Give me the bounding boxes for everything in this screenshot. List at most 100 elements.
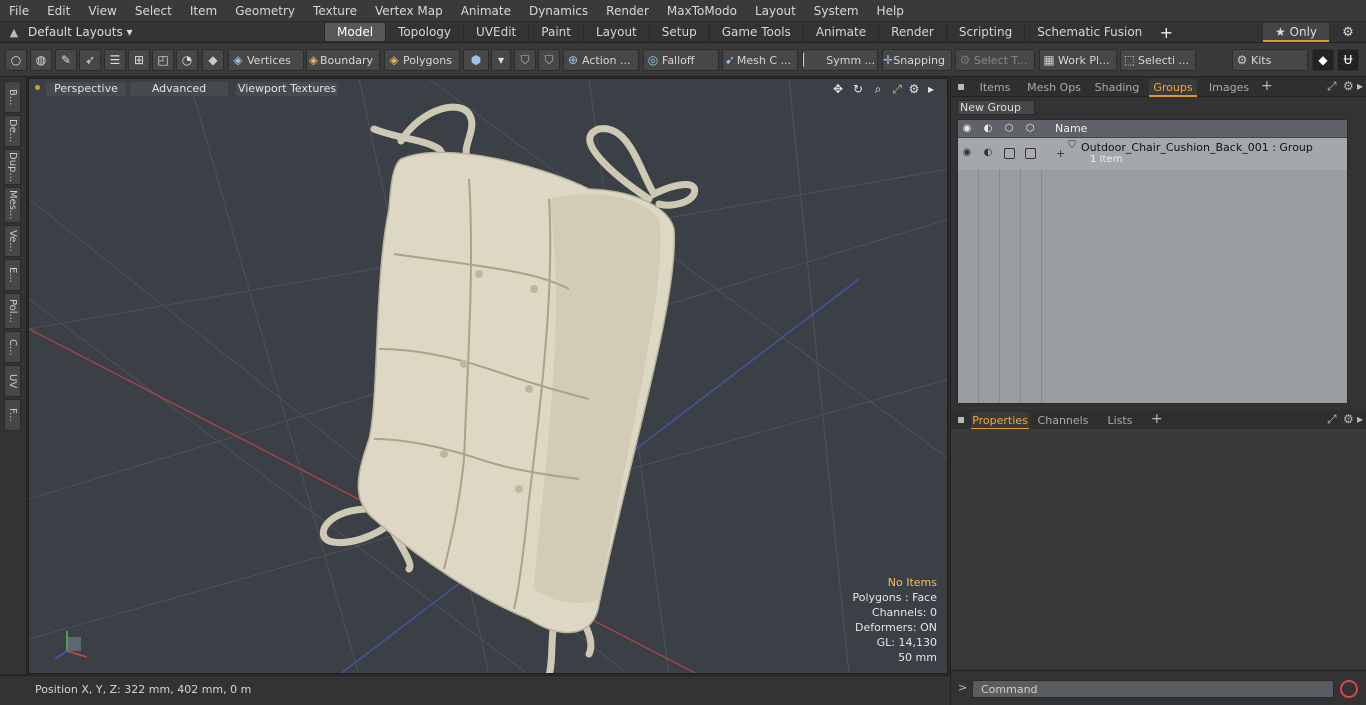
tab-groups[interactable]: Groups xyxy=(1149,79,1197,97)
vtab-polygon[interactable]: Pol... xyxy=(4,293,21,329)
mesh-constraints-button[interactable]: ➹ Mesh C ... xyxy=(722,49,798,71)
brush-icon[interactable]: ➶ xyxy=(79,49,101,71)
tab-setup[interactable]: Setup xyxy=(648,23,709,41)
tab-lists[interactable]: Lists xyxy=(1097,412,1143,430)
globe-icon[interactable]: ◍ xyxy=(30,49,52,71)
circle-select-icon[interactable]: ○ xyxy=(5,49,27,71)
vertices-button[interactable]: ◈ Vertices xyxy=(228,49,304,71)
expand-icon[interactable]: + xyxy=(1056,147,1065,160)
panel-maximize-icon[interactable]: ⤢ xyxy=(1327,79,1337,94)
menu-dynamics[interactable]: Dynamics xyxy=(520,0,597,22)
tab-model[interactable]: Model xyxy=(324,23,386,41)
boundary-button[interactable]: ◈ Boundary xyxy=(306,49,380,71)
panel-settings-icon[interactable]: ⚙ xyxy=(1343,79,1354,93)
tab-topology[interactable]: Topology xyxy=(385,23,463,41)
panel-menu-icon[interactable]: ▸ xyxy=(1357,79,1363,93)
perspective-dropdown[interactable]: Perspective xyxy=(46,82,126,96)
table-row[interactable]: ◉ ◐ + ⛉ Outdoor_Chair_Cushion_Back_001 :… xyxy=(958,138,1347,170)
tab-items[interactable]: Items xyxy=(971,79,1019,97)
vtab-vertex[interactable]: Ve... xyxy=(4,225,21,257)
pan-icon[interactable]: ✥ xyxy=(831,82,845,96)
unreal-icon[interactable]: Ʉ xyxy=(1337,49,1359,71)
tab-scripting[interactable]: Scripting xyxy=(945,23,1024,41)
unity-icon[interactable]: ◆ xyxy=(1312,49,1334,71)
panel-menu-icon[interactable]: ▸ xyxy=(1357,412,1363,426)
eye-icon[interactable]: ◉ xyxy=(961,147,973,159)
menu-select[interactable]: Select xyxy=(126,0,181,22)
tab-properties[interactable]: Properties xyxy=(971,412,1029,430)
menu-maxtomodo[interactable]: MaxToModo xyxy=(658,0,746,22)
tab-render[interactable]: Render xyxy=(878,23,946,41)
panel-maximize-icon[interactable]: ⤢ xyxy=(1327,412,1337,427)
menu-system[interactable]: System xyxy=(805,0,868,22)
lock-checkbox[interactable] xyxy=(1004,148,1015,159)
menu-layout[interactable]: Layout xyxy=(746,0,805,22)
menu-geometry[interactable]: Geometry xyxy=(226,0,304,22)
viewport-textures-dropdown[interactable]: Viewport Textures xyxy=(236,82,338,96)
align-icon[interactable]: ☰ xyxy=(104,49,126,71)
vtab-duplicate[interactable]: Dup... xyxy=(4,149,21,185)
render-icon[interactable]: ◐ xyxy=(982,147,994,159)
vtab-fusion[interactable]: F... xyxy=(4,399,21,431)
command-input[interactable] xyxy=(972,680,1334,698)
tab-images[interactable]: Images xyxy=(1203,79,1255,97)
add-tab-button[interactable]: + xyxy=(1154,23,1178,42)
select-checkbox[interactable] xyxy=(1025,148,1036,159)
viewport-settings-icon[interactable]: ⚙ xyxy=(907,82,921,96)
menu-item[interactable]: Item xyxy=(181,0,226,22)
selection-sets-button[interactable]: ⬚ Selecti ... xyxy=(1120,49,1196,71)
shield-a-icon[interactable]: ⛉ xyxy=(514,49,536,71)
menu-edit[interactable]: Edit xyxy=(38,0,79,22)
zoom-icon[interactable]: ⌕ xyxy=(871,82,885,96)
snapping-button[interactable]: ✛ Snapping xyxy=(882,49,952,71)
panel-grip-icon[interactable]: ▪ xyxy=(957,412,965,426)
polygons-button[interactable]: ◈ Polygons xyxy=(384,49,460,71)
kits-button[interactable]: ⚙ Kits xyxy=(1232,49,1308,71)
menu-vertex-map[interactable]: Vertex Map xyxy=(366,0,452,22)
rotate-icon[interactable]: ↻ xyxy=(851,82,865,96)
vtab-edge[interactable]: E... xyxy=(4,259,21,291)
layout-collapse-icon[interactable]: ▲ xyxy=(0,26,28,39)
vtab-basic[interactable]: B... xyxy=(4,81,21,113)
tab-shading[interactable]: Shading xyxy=(1089,79,1145,97)
vtab-uv[interactable]: UV xyxy=(4,365,21,397)
layouts-dropdown[interactable]: Default Layouts ▾ xyxy=(28,25,324,39)
record-icon[interactable] xyxy=(1340,680,1358,698)
cube-icon[interactable]: ◆ xyxy=(202,49,224,71)
viewport-scene[interactable] xyxy=(29,79,948,674)
maximize-icon[interactable]: ⤢ xyxy=(890,82,904,96)
falloff-button[interactable]: ◎ Falloff xyxy=(643,49,719,71)
tab-channels[interactable]: Channels xyxy=(1035,412,1091,430)
viewport-menu-icon[interactable]: ▸ xyxy=(924,82,938,96)
clock-icon[interactable]: ◔ xyxy=(176,49,198,71)
tab-paint[interactable]: Paint xyxy=(528,23,583,41)
select-through-button[interactable]: ⚙ Select T... xyxy=(955,49,1035,71)
shield-b-icon[interactable]: ⛉ xyxy=(538,49,560,71)
advanced-dropdown[interactable]: Advanced xyxy=(130,82,228,96)
menu-help[interactable]: Help xyxy=(868,0,913,22)
new-group-button[interactable]: New Group xyxy=(957,100,1035,115)
tab-layout[interactable]: Layout xyxy=(582,23,649,41)
grid-icon[interactable]: ⊞ xyxy=(128,49,150,71)
tab-mesh-ops[interactable]: Mesh Ops xyxy=(1023,79,1085,97)
group-name[interactable]: Outdoor_Chair_Cushion_Back_001 : Group xyxy=(1081,141,1313,154)
gear-icon[interactable]: ⚙ xyxy=(1338,23,1358,42)
frame-icon[interactable]: ◰ xyxy=(152,49,174,71)
action-center-button[interactable]: ⊕ Action ... xyxy=(563,49,639,71)
vtab-mesh-edit[interactable]: Mes... xyxy=(4,187,21,223)
cushion-model[interactable] xyxy=(319,103,699,674)
tab-uvedit[interactable]: UVEdit xyxy=(463,23,528,41)
name-column-header[interactable]: Name xyxy=(1055,122,1087,135)
menu-render[interactable]: Render xyxy=(597,0,658,22)
pen-icon[interactable]: ✎ xyxy=(55,49,77,71)
add-panel-tab-button[interactable]: + xyxy=(1261,78,1273,94)
chevron-down-icon[interactable]: ▾ xyxy=(491,49,511,71)
menu-file[interactable]: File xyxy=(0,0,38,22)
vtab-deform[interactable]: De... xyxy=(4,115,21,147)
add-panel-tab-button[interactable]: + xyxy=(1151,411,1163,427)
tab-schematic-fusion[interactable]: Schematic Fusion xyxy=(1024,23,1154,41)
menu-texture[interactable]: Texture xyxy=(304,0,366,22)
panel-grip-icon[interactable]: ▪ xyxy=(957,79,965,93)
item-mode-icon[interactable]: ⬢ xyxy=(463,49,489,71)
tab-game-tools[interactable]: Game Tools xyxy=(708,23,803,41)
